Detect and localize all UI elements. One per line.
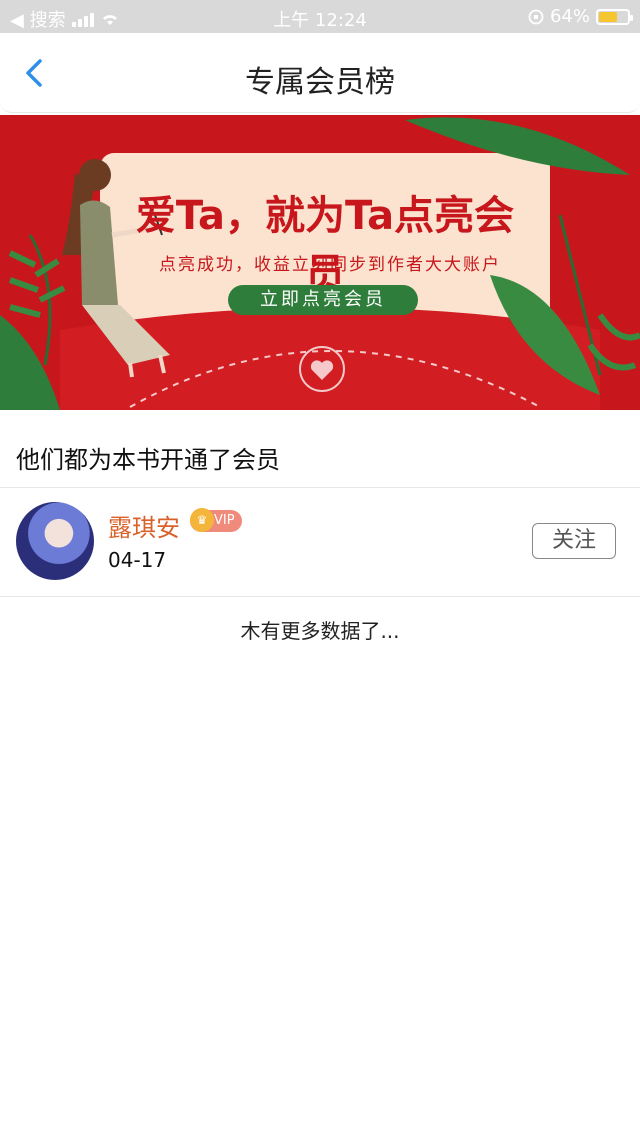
follow-button[interactable]: 关注 bbox=[532, 523, 616, 559]
divider bbox=[0, 596, 640, 597]
crown-icon: ♛ bbox=[190, 508, 214, 532]
member-row[interactable]: 露琪安 ♛ VIP 04-17 关注 bbox=[0, 488, 640, 596]
banner-subtitle: 点亮成功，收益立刻同步到作者大大账户 bbox=[159, 255, 501, 275]
orientation-lock-icon bbox=[528, 9, 544, 24]
status-bar: ◀ 搜索 上午 12:24 64% bbox=[0, 0, 640, 33]
promo-banner[interactable]: 爱Ta，就为Ta点亮会员 点亮成功，收益立刻同步到作者大大账户 立即点亮会员 bbox=[0, 115, 640, 410]
avatar[interactable] bbox=[16, 502, 94, 580]
battery-icon bbox=[596, 8, 633, 25]
member-date: 04-17 bbox=[108, 548, 167, 572]
member-name[interactable]: 露琪安 bbox=[108, 508, 180, 543]
banner-headline: 爱Ta，就为Ta点亮会员 bbox=[135, 193, 515, 297]
vip-badge-label: VIP bbox=[214, 513, 235, 528]
section-title: 他们都为本书开通了会员 bbox=[16, 446, 280, 474]
nav-bar: 专属会员榜 bbox=[0, 33, 640, 113]
page-title: 专属会员榜 bbox=[245, 65, 395, 100]
status-right: 64% bbox=[528, 6, 633, 27]
battery-percent: 64% bbox=[549, 6, 590, 27]
no-more-data-text: 木有更多数据了... bbox=[240, 619, 400, 643]
activate-membership-button[interactable]: 立即点亮会员 bbox=[228, 285, 418, 315]
battery-fill bbox=[599, 11, 617, 22]
vip-badge: ♛ VIP bbox=[190, 508, 242, 532]
